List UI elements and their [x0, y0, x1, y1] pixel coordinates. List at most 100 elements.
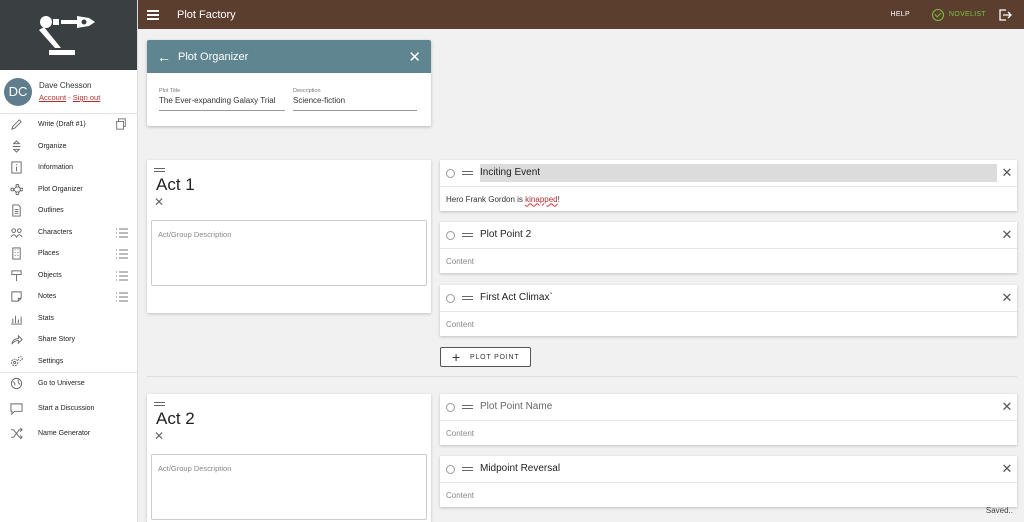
remove-act-icon[interactable]: ✕	[154, 195, 431, 209]
close-icon[interactable]: ✕	[997, 290, 1017, 306]
sidebar-item-plot-organizer[interactable]: Plot Organizer	[0, 179, 137, 201]
drag-handle-icon[interactable]	[462, 465, 473, 473]
add-plot-point-button[interactable]: + PLOT POINT	[440, 347, 531, 367]
signpost-icon	[8, 268, 24, 282]
sidebar-item-label: Outlines	[38, 207, 64, 215]
list-icon[interactable]	[115, 290, 129, 304]
share-icon	[8, 333, 24, 347]
plot-point-content[interactable]: Content	[440, 312, 1017, 336]
plot-point-title[interactable]: Midpoint Reversal	[480, 460, 997, 478]
sidebar-item-outlines[interactable]: Outlines	[0, 200, 137, 222]
novelist-label: NOVELIST	[948, 11, 986, 18]
description-value[interactable]: Science-fiction	[293, 96, 417, 105]
sidebar-item-label: Places	[38, 250, 60, 258]
sidebar-item-label: Organize	[38, 142, 67, 150]
plot-organizer-header: ← Plot Organizer ✕	[147, 40, 431, 73]
drag-handle-icon[interactable]	[462, 294, 473, 302]
sidebar-item-settings[interactable]: Settings	[0, 351, 137, 373]
plot-title-field[interactable]: Plot Title The Ever-expanding Galaxy Tri…	[159, 88, 285, 111]
act-card: Act 1 ✕ Act/Group Description	[147, 160, 431, 313]
info-icon	[8, 161, 24, 175]
help-link[interactable]: HELP	[890, 11, 910, 18]
list-icon[interactable]	[115, 247, 129, 261]
sidebar-item-go-to-universe[interactable]: Go to Universe	[0, 372, 137, 394]
plot-point-content[interactable]: Content	[440, 483, 1017, 507]
list-icon[interactable]	[115, 226, 129, 240]
sidebar-item-characters[interactable]: Characters	[0, 222, 137, 244]
act-title[interactable]: Act 1	[156, 175, 431, 195]
menu-icon[interactable]	[147, 8, 159, 22]
sidebar-item-start-discussion[interactable]: Start a Discussion	[0, 394, 137, 423]
sidebar: DC Dave Chesson Account - Sign out Write…	[0, 0, 138, 522]
plot-point-title[interactable]: Inciting Event	[480, 164, 997, 182]
act-divider	[147, 376, 1017, 377]
plot-point-radio[interactable]	[446, 168, 455, 178]
drag-handle-icon[interactable]	[154, 402, 165, 406]
plot-point-radio[interactable]	[446, 464, 455, 474]
plot-point-card: Midpoint Reversal ✕ Content	[440, 456, 1017, 507]
sidebar-item-places[interactable]: Places	[0, 243, 137, 265]
copy-icon[interactable]	[115, 118, 129, 132]
sidebar-item-share-story[interactable]: Share Story	[0, 329, 137, 351]
drag-handle-icon[interactable]	[462, 231, 473, 239]
link-separator: -	[66, 93, 73, 102]
nodes-icon	[8, 182, 24, 196]
sidebar-item-information[interactable]: Information	[0, 157, 137, 179]
plot-organizer-title: Plot Organizer	[178, 50, 249, 63]
pencil-icon	[8, 118, 24, 132]
people-icon	[8, 225, 24, 239]
check-circle-icon	[931, 8, 944, 21]
plot-point-title[interactable]: Plot Point 2	[480, 226, 997, 244]
novelist-status[interactable]: NOVELIST	[931, 8, 986, 21]
plot-point-radio[interactable]	[446, 402, 455, 412]
shuffle-icon	[8, 426, 24, 440]
description-field[interactable]: Description Science-fiction	[293, 88, 417, 111]
list-icon[interactable]	[115, 269, 129, 283]
plot-point-radio[interactable]	[446, 230, 455, 240]
close-icon[interactable]: ✕	[997, 461, 1017, 477]
close-icon[interactable]: ✕	[997, 399, 1017, 415]
act-title[interactable]: Act 2	[156, 409, 431, 429]
sidebar-item-label: Settings	[38, 357, 64, 365]
sidebar-item-write[interactable]: Write (Draft #1)	[0, 114, 137, 136]
sidebar-item-label: Notes	[38, 293, 57, 301]
sidebar-item-objects[interactable]: Objects	[0, 265, 137, 287]
account-link[interactable]: Account	[39, 93, 66, 102]
avatar[interactable]: DC	[4, 77, 32, 106]
plot-title-label: Plot Title	[159, 88, 181, 94]
sidebar-item-name-generator[interactable]: Name Generator	[0, 423, 137, 445]
drag-handle-icon[interactable]	[154, 168, 165, 172]
plot-title-value[interactable]: The Ever-expanding Galaxy Trial	[159, 96, 285, 105]
plot-point-content[interactable]: Content	[440, 249, 1017, 273]
plot-point-content[interactable]: Hero Frank Gordon is kinapped!	[440, 187, 1017, 211]
plot-point-content[interactable]: Content	[440, 421, 1017, 445]
plot-point-card: Plot Point Name ✕ Content	[440, 394, 1017, 445]
logout-icon[interactable]	[998, 8, 1012, 22]
close-icon[interactable]: ✕	[997, 165, 1017, 181]
sidebar-item-stats[interactable]: Stats	[0, 308, 137, 330]
gears-icon	[8, 354, 24, 368]
act-description-input[interactable]: Act/Group Description	[151, 454, 427, 520]
drag-handle-icon[interactable]	[462, 169, 473, 177]
saved-status: Saved..	[985, 506, 1013, 515]
user-name: Dave Chesson	[39, 81, 92, 90]
plot-factory-logo[interactable]	[0, 0, 137, 70]
sidebar-item-organize[interactable]: Organize	[0, 136, 137, 158]
plot-point-card: Inciting Event ✕ Hero Frank Gordon is ki…	[440, 160, 1017, 211]
plot-point-title[interactable]: First Act Climax`	[480, 289, 997, 307]
sidebar-item-notes[interactable]: Notes	[0, 286, 137, 308]
sign-out-link[interactable]: Sign out	[73, 93, 101, 102]
back-arrow-icon[interactable]: ←	[157, 49, 171, 65]
plot-point-card: First Act Climax` ✕ Content	[440, 285, 1017, 336]
close-icon[interactable]: ✕	[997, 227, 1017, 243]
act-card: Act 2 ✕ Act/Group Description	[147, 394, 431, 522]
remove-act-icon[interactable]: ✕	[154, 429, 431, 443]
plot-point-title[interactable]: Plot Point Name	[480, 398, 997, 416]
close-icon[interactable]: ✕	[408, 48, 421, 66]
bar-chart-icon	[8, 311, 24, 325]
plot-point-radio[interactable]	[446, 293, 455, 303]
description-label: Description	[293, 88, 321, 94]
drag-handle-icon[interactable]	[462, 403, 473, 411]
content-text: Hero Frank Gordon is	[446, 194, 523, 204]
act-description-input[interactable]: Act/Group Description	[151, 220, 427, 286]
